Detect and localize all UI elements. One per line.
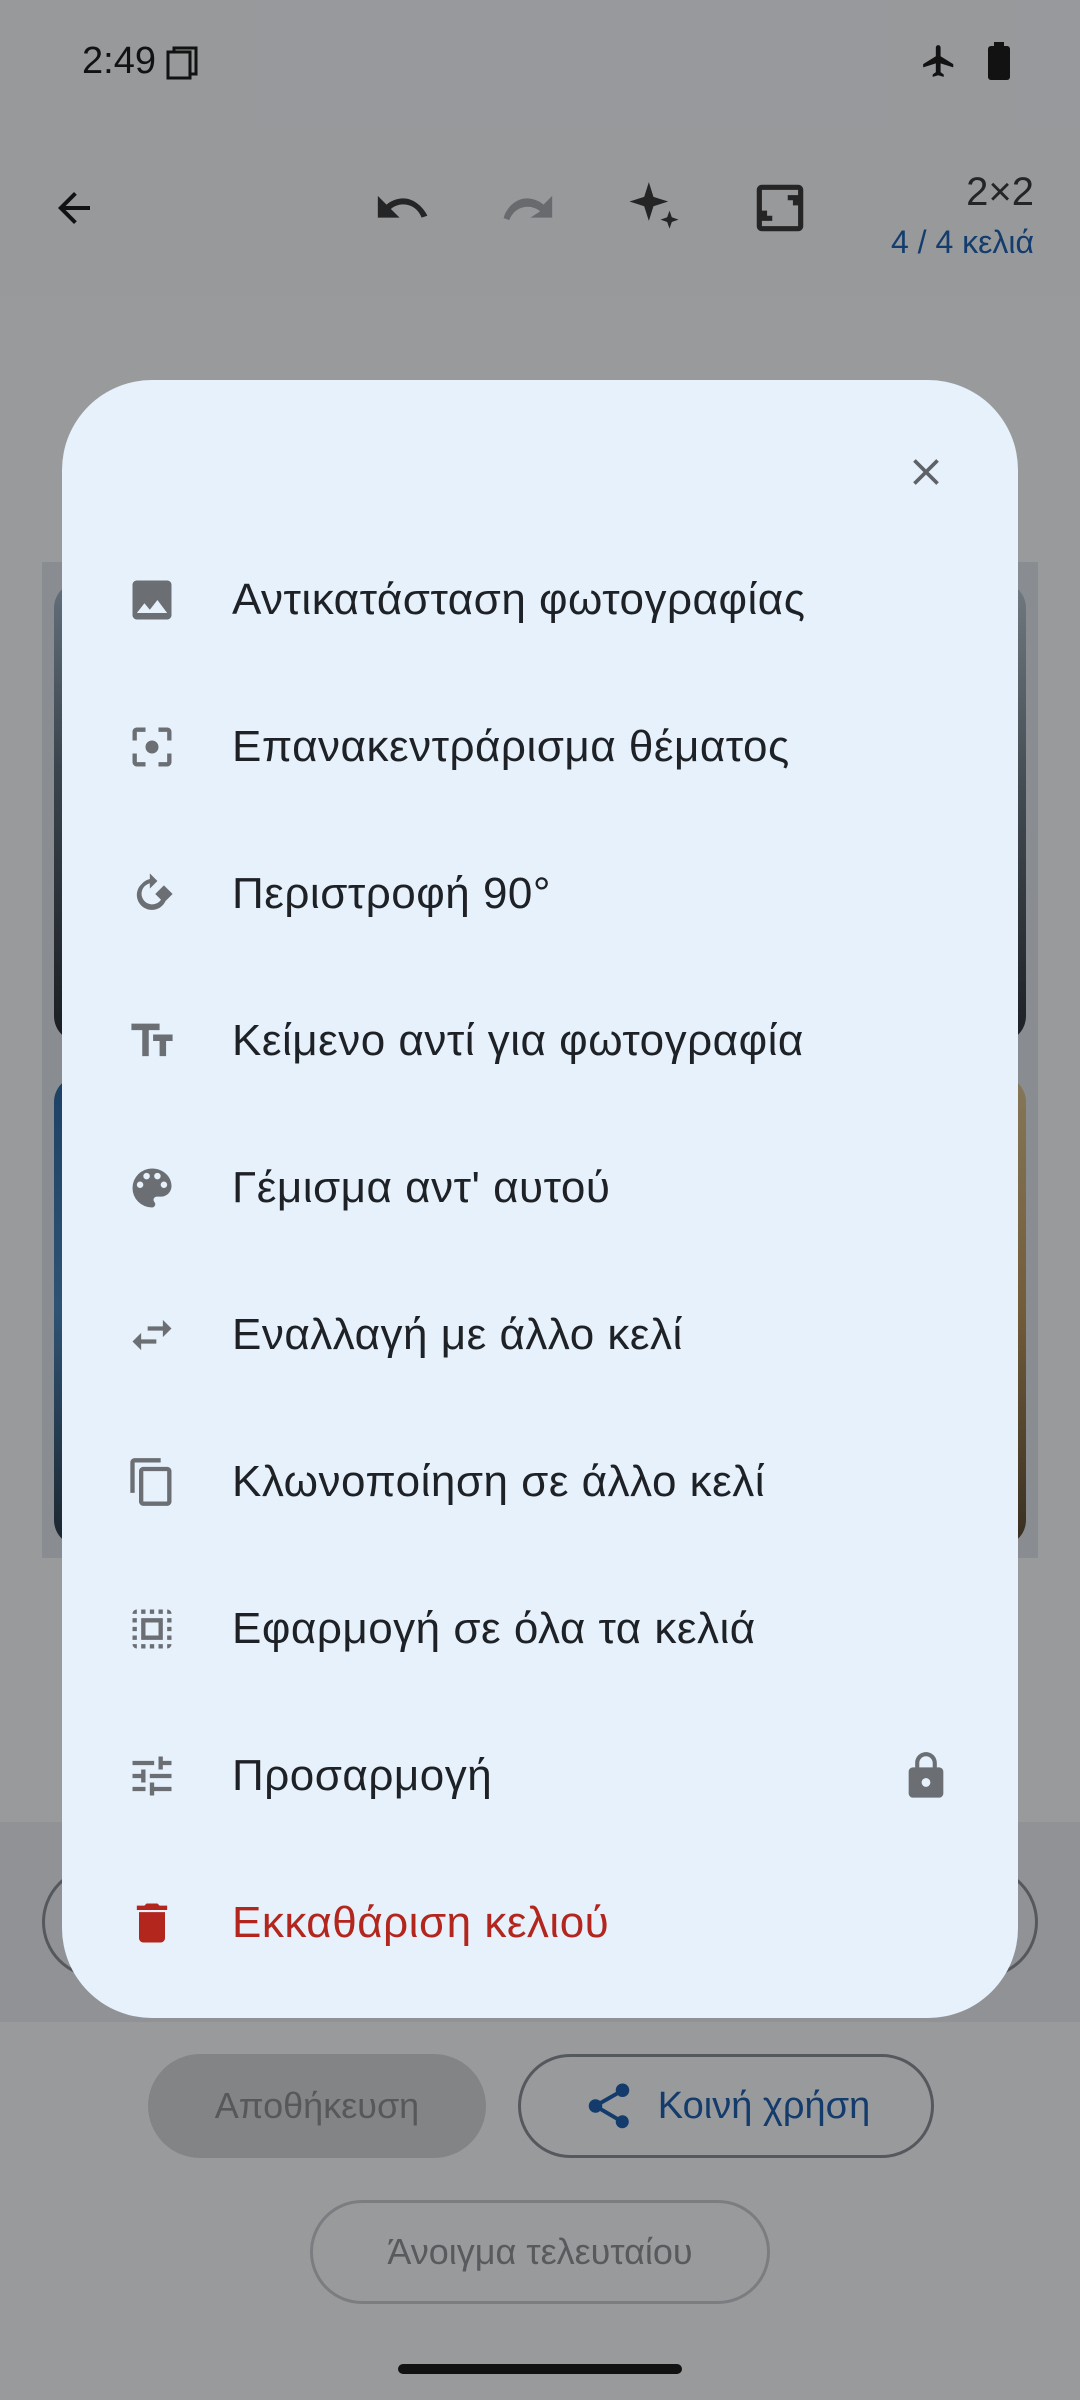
menu-item-label: Εκκαθάριση κελιού <box>232 1898 610 1947</box>
menu-item-replace-photo[interactable]: Αντικατάσταση φωτογραφίας <box>62 526 1018 673</box>
select-all-icon <box>126 1603 178 1655</box>
tune-icon <box>126 1750 178 1802</box>
menu-item-label: Κείμενο αντί για φωτογραφία <box>232 1016 804 1065</box>
palette-icon <box>126 1162 178 1214</box>
close-icon <box>913 459 939 485</box>
menu-item-clone-cell[interactable]: Κλωνοποίηση σε άλλο κελί <box>62 1408 1018 1555</box>
menu-item-fill-instead[interactable]: Γέμισμα αντ' αυτού <box>62 1114 1018 1261</box>
copy-icon <box>126 1456 178 1508</box>
menu-item-recenter-subject[interactable]: Επανακεντράρισμα θέματος <box>62 673 1018 820</box>
swap-icon <box>126 1309 178 1361</box>
cell-options-menu: Αντικατάσταση φωτογραφίας Επανακεντράρισ… <box>62 526 1018 1996</box>
close-button[interactable] <box>890 436 962 508</box>
cell-options-dialog: Αντικατάσταση φωτογραφίας Επανακεντράρισ… <box>62 380 1018 2018</box>
lock-icon <box>900 1748 952 1804</box>
menu-item-label: Περιστροφή 90° <box>232 869 551 918</box>
menu-item-apply-all-cells[interactable]: Εφαρμογή σε όλα τα κελιά <box>62 1555 1018 1702</box>
menu-item-label: Προσαρμογή <box>232 1751 493 1800</box>
menu-item-label: Αντικατάσταση φωτογραφίας <box>232 575 806 624</box>
menu-item-text-instead-of-photo[interactable]: Κείμενο αντί για φωτογραφία <box>62 967 1018 1114</box>
image-icon <box>126 574 178 626</box>
menu-item-label: Γέμισμα αντ' αυτού <box>232 1163 611 1212</box>
menu-item-label: Εναλλαγή με άλλο κελί <box>232 1310 683 1359</box>
center-focus-icon <box>126 721 178 773</box>
menu-item-adjust[interactable]: Προσαρμογή <box>62 1702 1018 1849</box>
menu-item-label: Κλωνοποίηση σε άλλο κελί <box>232 1457 766 1506</box>
text-fields-icon <box>126 1015 178 1067</box>
menu-item-rotate-90[interactable]: Περιστροφή 90° <box>62 820 1018 967</box>
menu-item-label: Επανακεντράρισμα θέματος <box>232 722 790 771</box>
menu-item-swap-cell[interactable]: Εναλλαγή με άλλο κελί <box>62 1261 1018 1408</box>
menu-item-clear-cell[interactable]: Εκκαθάριση κελιού <box>62 1849 1018 1996</box>
menu-item-label: Εφαρμογή σε όλα τα κελιά <box>232 1604 756 1653</box>
rotate-icon <box>126 868 178 920</box>
delete-icon <box>126 1897 178 1949</box>
